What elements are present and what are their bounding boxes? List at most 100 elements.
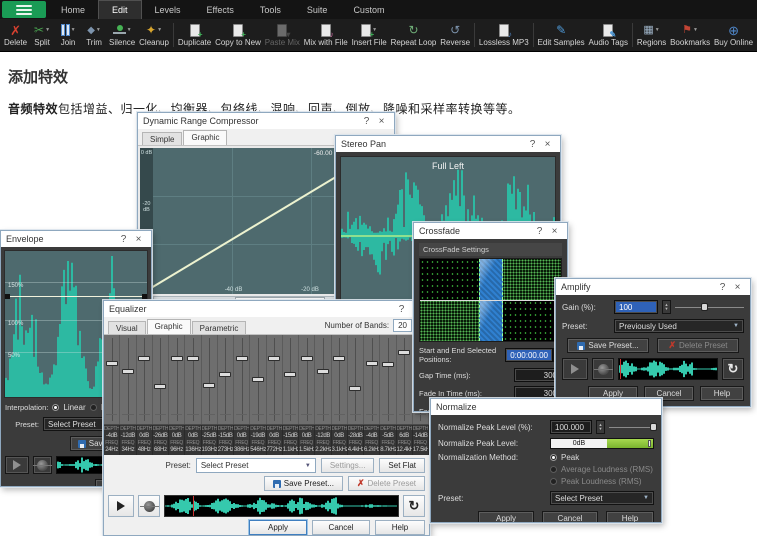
cancel-button[interactable]: Cancel: [542, 511, 598, 523]
envelope-line[interactable]: [5, 296, 147, 297]
gain-slider[interactable]: [675, 300, 744, 314]
help-icon[interactable]: ?: [359, 114, 374, 129]
eq-band-slider-16[interactable]: [348, 335, 364, 424]
toolbar-button-repeat-loop[interactable]: ↻Repeat Loop: [389, 19, 439, 51]
close-icon[interactable]: ×: [730, 280, 745, 295]
toolbar-button-edit-samples[interactable]: ✎Edit Samples: [536, 19, 587, 51]
eq-band-slider-13[interactable]: [299, 335, 315, 424]
gain-spinner[interactable]: ▲▼: [662, 300, 671, 314]
envelope-handle[interactable]: [5, 294, 10, 299]
dropdown-arrow-icon[interactable]: ▼: [96, 27, 101, 33]
eq-band-slider-18[interactable]: [380, 335, 396, 424]
peak-level-bar[interactable]: 0dB: [550, 438, 654, 449]
toolbar-button-split[interactable]: ✂▼Split: [29, 19, 55, 51]
help-button[interactable]: Help: [700, 386, 744, 401]
delete-preset-button[interactable]: ✗Delete Preset: [657, 338, 739, 353]
toolbar-button-cleanup[interactable]: ✦▼Cleanup: [137, 19, 171, 51]
eq-band-slider-4[interactable]: [153, 335, 169, 424]
preview-loop-knob-button[interactable]: [592, 358, 614, 380]
toolbar-button-bookmarks[interactable]: ⚑▼Bookmarks: [668, 19, 712, 51]
eq-slider-handle[interactable]: [366, 361, 378, 366]
radio-average-loudness[interactable]: Average Loudness (RMS): [550, 465, 653, 474]
help-button[interactable]: Help: [375, 520, 425, 535]
toolbar-button-buy-online[interactable]: ⊕Buy Online: [712, 19, 755, 51]
title-bar[interactable]: Stereo Pan ? ×: [336, 136, 560, 152]
dropdown-arrow-icon[interactable]: ▼: [693, 27, 698, 33]
settings-button[interactable]: Settings...: [321, 458, 375, 473]
crossfade-graphic[interactable]: [419, 258, 562, 342]
tab-parametric[interactable]: Parametric: [192, 321, 247, 334]
preview-loop-knob-button[interactable]: [33, 456, 52, 474]
tab-suite[interactable]: Suite: [294, 0, 341, 19]
bar-handle[interactable]: [648, 440, 651, 447]
apply-button[interactable]: Apply: [249, 520, 307, 535]
tab-graphic[interactable]: Graphic: [183, 130, 227, 145]
eq-slider-handle[interactable]: [203, 383, 215, 388]
eq-slider-handle[interactable]: [122, 369, 134, 374]
title-bar[interactable]: Dynamic Range Compressor ? ×: [138, 113, 394, 129]
tab-custom[interactable]: Custom: [340, 0, 397, 19]
tab-simple[interactable]: Simple: [142, 132, 182, 145]
eq-slider-handle[interactable]: [333, 356, 345, 361]
help-icon[interactable]: ?: [532, 224, 547, 239]
radio-peak-loudness[interactable]: Peak Loudness (RMS): [550, 477, 653, 486]
close-icon[interactable]: ×: [540, 137, 555, 152]
dropdown-arrow-icon[interactable]: ▼: [45, 27, 50, 33]
eq-slider-handle[interactable]: [219, 372, 231, 377]
title-bar[interactable]: Amplify ? ×: [556, 279, 750, 295]
preset-dropdown[interactable]: Select Preset▼: [196, 458, 316, 473]
tab-home[interactable]: Home: [48, 0, 98, 19]
tab-levels[interactable]: Levels: [142, 0, 194, 19]
loop-button[interactable]: ↻: [403, 495, 425, 517]
radio-linear[interactable]: Linear: [52, 403, 85, 412]
toolbar-button-audio-tags[interactable]: ✎Audio Tags: [587, 19, 630, 51]
eq-band-slider-7[interactable]: [202, 335, 218, 424]
toolbar-button-regions[interactable]: ▦▼Regions: [635, 19, 668, 51]
preview-play-button[interactable]: [108, 495, 134, 517]
eq-band-slider-5[interactable]: [169, 335, 185, 424]
eq-slider-handle[interactable]: [349, 386, 361, 391]
eq-slider-handle[interactable]: [382, 362, 394, 367]
eq-band-slider-11[interactable]: [267, 335, 283, 424]
eq-slider-handle[interactable]: [301, 356, 313, 361]
tab-graphic[interactable]: Graphic: [147, 319, 191, 334]
dropdown-arrow-icon[interactable]: ▼: [71, 27, 76, 33]
delete-preset-button[interactable]: ✗Delete Preset: [348, 476, 425, 491]
eq-band-slider-8[interactable]: [218, 335, 234, 424]
peak-level-spinner[interactable]: ▲▼: [596, 420, 605, 434]
eq-slider-handle[interactable]: [284, 372, 296, 377]
preview-play-button[interactable]: [562, 358, 588, 380]
eq-slider-handle[interactable]: [138, 356, 150, 361]
eq-band-slider-3[interactable]: [137, 335, 153, 424]
toolbar-button-join[interactable]: ▼Join: [55, 19, 81, 51]
eq-slider-handle[interactable]: [154, 384, 166, 389]
radio-peak[interactable]: Peak: [550, 453, 653, 462]
help-icon[interactable]: ?: [394, 302, 409, 317]
tab-edit[interactable]: Edit: [98, 0, 142, 19]
preview-loop-knob-button[interactable]: [138, 495, 160, 517]
peak-level-pct-input[interactable]: 100.000: [550, 420, 592, 434]
save-preset-button[interactable]: Save Preset...: [264, 476, 343, 491]
gain-input[interactable]: 100: [614, 300, 658, 314]
set-flat-button[interactable]: Set Flat: [379, 458, 425, 473]
eq-slider-handle[interactable]: [171, 356, 183, 361]
eq-band-slider-6[interactable]: [185, 335, 201, 424]
help-button[interactable]: Help: [606, 511, 654, 523]
title-bar[interactable]: Envelope ? ×: [1, 231, 151, 247]
envelope-handle[interactable]: [142, 294, 147, 299]
toolbar-button-trim[interactable]: ◆▼Trim: [81, 19, 107, 51]
eq-band-slider-10[interactable]: [250, 335, 266, 424]
toolbar-button-silence[interactable]: ▼Silence: [107, 19, 137, 51]
close-icon[interactable]: ×: [131, 232, 146, 247]
preset-dropdown[interactable]: Select Preset▼: [550, 491, 654, 505]
eq-band-slider-14[interactable]: [315, 335, 331, 424]
eq-band-slider-15[interactable]: [332, 335, 348, 424]
preview-play-button[interactable]: [5, 456, 29, 474]
toolbar-button-lossless-mp3[interactable]: ♪Lossless MP3: [477, 19, 531, 51]
eq-slider-handle[interactable]: [106, 361, 118, 366]
help-icon[interactable]: ?: [116, 232, 131, 247]
number-of-bands-value[interactable]: 20: [393, 319, 412, 332]
tab-effects[interactable]: Effects: [194, 0, 247, 19]
close-icon[interactable]: ×: [374, 114, 389, 129]
eq-band-slider-12[interactable]: [283, 335, 299, 424]
